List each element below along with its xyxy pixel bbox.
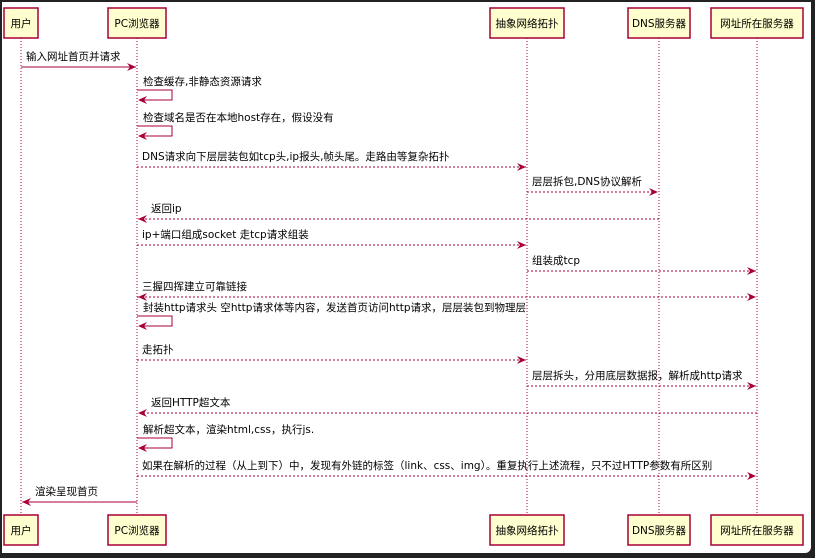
participant-bottom: 抽象网络拓扑	[489, 514, 565, 546]
message: 返回ip	[138, 203, 659, 223]
message-label: 检查域名是否在本地host存在，假设没有	[143, 111, 334, 124]
sequence-diagram-canvas: 用户用户PC浏览器PC浏览器抽象网络拓扑抽象网络拓扑DNS服务器DNS服务器网址…	[3, 7, 804, 546]
message: ip+端口组成socket 走tcp请求组装	[137, 228, 526, 249]
participant-label: PC浏览器	[114, 17, 160, 30]
arrow-head-icon	[747, 293, 756, 301]
message-label: 输入网址首页并请求	[26, 50, 121, 63]
participant-bottom: DNS服务器	[627, 514, 691, 546]
participant-top: 网址所在服务器	[710, 7, 804, 39]
message: 走拓扑	[137, 343, 526, 364]
message-label: 如果在解析的过程（从上到下）中，发现有外链的标签（link、css、img）。重…	[142, 459, 712, 472]
arrow-head-icon	[138, 409, 147, 417]
participant-top: 抽象网络拓扑	[489, 7, 565, 39]
message: 输入网址首页并请求	[21, 50, 136, 71]
participant-label: DNS服务器	[632, 17, 687, 30]
participant-bottom: 网址所在服务器	[710, 514, 804, 546]
arrow-head-icon	[747, 472, 756, 480]
participant-label: 抽象网络拓扑	[496, 17, 559, 30]
message-label: 走拓扑	[142, 343, 174, 356]
message-label: 组装成tcp	[532, 254, 580, 267]
message: 组装成tcp	[527, 254, 756, 275]
participant-label: 用户	[11, 17, 32, 30]
message-label: 返回ip	[151, 203, 182, 215]
participant-label: PC浏览器	[114, 524, 160, 537]
message-label: 层层拆头，分用底层数据报，解析成http请求	[532, 369, 743, 382]
participant-bottom: 用户	[3, 514, 39, 546]
message: 渲染呈现首页	[22, 485, 137, 506]
participant-label: 抽象网络拓扑	[496, 524, 559, 537]
message: 如果在解析的过程（从上到下）中，发现有外链的标签（link、css、img）。重…	[137, 459, 756, 480]
participant-top: 用户	[3, 7, 39, 39]
message-label: 返回HTTP超文本	[151, 396, 231, 409]
participant-top: PC浏览器	[107, 7, 167, 39]
message: 检查缓存,非静态资源请求	[137, 75, 262, 104]
message-label: 解析超文本，渲染html,css，执行js.	[143, 423, 314, 436]
message: 封装http请求头 空http请求体等内容，发送首页访问http请求，层层装包到…	[137, 301, 526, 330]
message: 三握四挥建立可靠链接	[137, 280, 756, 301]
participant-top: DNS服务器	[627, 7, 691, 39]
participant-label: DNS服务器	[632, 524, 687, 537]
message-label: 层层拆包,DNS协议解析	[532, 175, 642, 188]
participant-label: 网址所在服务器	[720, 524, 794, 537]
participant-bottom: PC浏览器	[107, 514, 167, 546]
message-label: 检查缓存,非静态资源请求	[143, 75, 262, 88]
message: 解析超文本，渲染html,css，执行js.	[137, 423, 314, 452]
message-label: 三握四挥建立可靠链接	[142, 280, 247, 293]
message-label: 渲染呈现首页	[35, 485, 98, 498]
participant-label: 网址所在服务器	[720, 17, 794, 30]
message: 层层拆头，分用底层数据报，解析成http请求	[527, 369, 756, 390]
message: 检查域名是否在本地host存在，假设没有	[137, 111, 334, 140]
message: DNS请求向下层层装包如tcp头,ip报头,帧头尾。走路由等复杂拓扑	[137, 150, 526, 171]
participant-label: 用户	[11, 524, 32, 537]
arrow-head-icon	[649, 188, 658, 196]
message-label: 封装http请求头 空http请求体等内容，发送首页访问http请求，层层装包到…	[143, 301, 526, 314]
message-label: ip+端口组成socket 走tcp请求组装	[142, 228, 309, 241]
message-label: DNS请求向下层层装包如tcp头,ip报头,帧头尾。走路由等复杂拓扑	[142, 150, 450, 163]
message: 层层拆包,DNS协议解析	[527, 175, 658, 196]
sequence-diagram: 用户 用户 PC浏览器 PC浏览器 抽象网络拓扑 抽象网络拓扑 DNS服务器 DNS服务器 网址…	[2, 2, 811, 553]
message: 返回HTTP超文本	[138, 396, 757, 417]
